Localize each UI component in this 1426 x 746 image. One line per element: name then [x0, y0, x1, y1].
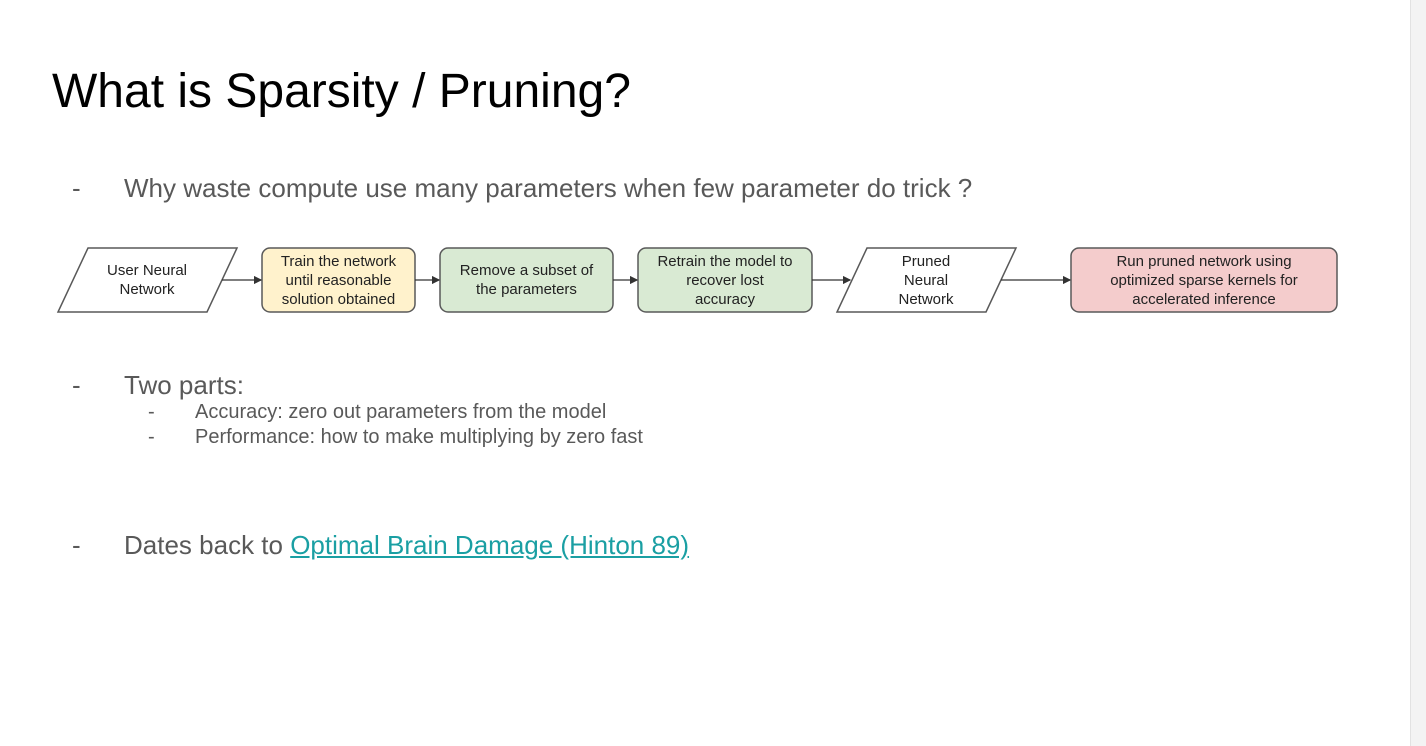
node-label-line: User Neural: [106, 262, 188, 279]
pruning-flow-diagram: User Neural Network Train the network un…: [0, 230, 1410, 330]
node-label-line: Network: [119, 281, 175, 298]
node-label-line: Train the network: [280, 252, 397, 270]
node-label-line: Network: [898, 290, 954, 308]
bullet-two-parts: Two parts:: [124, 370, 244, 400]
node-user-network: User Neural Network: [88, 248, 206, 312]
bullet-why-waste-compute: Why waste compute use many parameters wh…: [124, 173, 973, 203]
bullet-dash: -: [72, 530, 81, 560]
bullet-dash: -: [72, 173, 81, 203]
window-edge: [1410, 0, 1426, 746]
node-label-line: Run pruned network using: [1116, 252, 1292, 270]
node-label-line: solution obtained: [281, 290, 396, 308]
node-label-line: accuracy: [694, 290, 755, 308]
node-label-line: Pruned: [901, 252, 951, 270]
node-label-line: Retrain the model to: [657, 252, 793, 270]
sub-bullet-dash: -: [148, 401, 155, 423]
bullet-dates-back: Dates back to Optimal Brain Damage (Hint…: [124, 529, 689, 561]
dates-back-prefix: Dates back to: [124, 530, 291, 560]
node-train: Train the network until reasonable solut…: [262, 248, 415, 312]
node-run-inference: Run pruned network using optimized spars…: [1071, 248, 1337, 312]
node-label-line: Neural: [903, 271, 949, 289]
node-pruned-network: Pruned Neural Network: [867, 248, 985, 312]
slide-title: What is Sparsity / Pruning?: [52, 65, 631, 118]
node-label-line: accelerated inference: [1132, 290, 1276, 308]
slide: What is Sparsity / Pruning? - Why waste …: [0, 0, 1410, 746]
node-remove: Remove a subset of the parameters: [440, 248, 613, 312]
node-label-line: recover lost: [686, 271, 764, 289]
node-label-line: until reasonable: [285, 271, 392, 289]
node-label-line: the parameters: [476, 281, 577, 298]
sub-bullet-dash: -: [148, 426, 155, 448]
optimal-brain-damage-link[interactable]: Optimal Brain Damage (Hinton 89): [290, 530, 689, 560]
node-label-line: optimized sparse kernels for: [1110, 271, 1298, 289]
sub-bullet-performance: Performance: how to make multiplying by …: [195, 426, 643, 448]
node-retrain: Retrain the model to recover lost accura…: [638, 248, 812, 312]
bullet-dash: -: [72, 370, 81, 400]
node-label-line: Remove a subset of: [459, 262, 594, 279]
sub-bullet-accuracy: Accuracy: zero out parameters from the m…: [195, 401, 607, 423]
